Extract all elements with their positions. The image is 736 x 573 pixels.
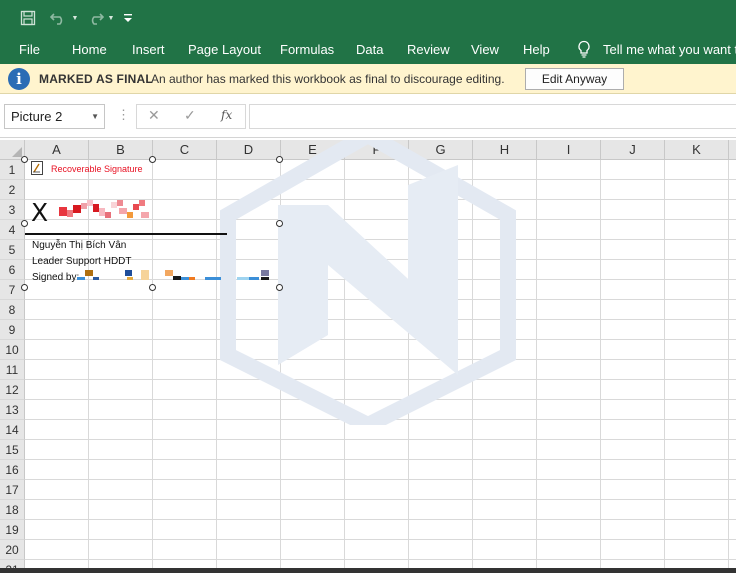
signer-title: Leader Support HDDT <box>32 256 132 267</box>
tab-page-layout[interactable]: Page Layout <box>188 42 261 57</box>
tab-insert[interactable]: Insert <box>132 42 165 57</box>
signed-by-certificate-image <box>77 270 269 280</box>
name-box[interactable]: Picture 2 ▼ <box>4 104 105 129</box>
row-header-15[interactable]: 15 <box>0 440 25 460</box>
tab-home[interactable]: Home <box>72 42 107 57</box>
tab-view[interactable]: View <box>471 42 499 57</box>
row-header-16[interactable]: 16 <box>0 460 25 480</box>
tell-me-search[interactable]: Tell me what you want to <box>603 42 736 57</box>
redo-dropdown-icon[interactable]: ▼ <box>106 8 116 28</box>
column-header-b[interactable]: B <box>89 140 153 160</box>
resize-handle-bottom-left[interactable] <box>21 284 28 291</box>
resize-handle-left[interactable] <box>21 220 28 227</box>
marked-as-final-bar: i MARKED AS FINAL An author has marked t… <box>0 64 736 94</box>
resize-handle-bottom[interactable] <box>149 284 156 291</box>
tab-help[interactable]: Help <box>523 42 550 57</box>
tab-formulas[interactable]: Formulas <box>280 42 334 57</box>
formula-input[interactable] <box>249 104 736 129</box>
info-icon: i <box>8 68 30 90</box>
tab-data[interactable]: Data <box>356 42 383 57</box>
signer-name: Nguyễn Thị Bích Vân <box>32 240 127 251</box>
tab-file[interactable]: File <box>19 42 40 57</box>
resize-handle-top-right[interactable] <box>276 156 283 163</box>
row-header-10[interactable]: 10 <box>0 340 25 360</box>
info-message: An author has marked this workbook as fi… <box>151 72 505 86</box>
bottom-edge <box>0 568 736 573</box>
signature-line <box>25 233 227 235</box>
undo-dropdown-icon[interactable]: ▼ <box>70 8 80 28</box>
save-icon[interactable] <box>18 8 38 28</box>
name-box-dropdown-icon[interactable]: ▼ <box>91 112 99 121</box>
column-header-j[interactable]: J <box>601 140 665 160</box>
row-header-5[interactable]: 5 <box>0 240 25 260</box>
signature-x-mark: X <box>31 198 49 227</box>
row-header-20[interactable]: 20 <box>0 540 25 560</box>
tab-review[interactable]: Review <box>407 42 450 57</box>
row-header-3[interactable]: 3 <box>0 200 25 220</box>
edit-anyway-button[interactable]: Edit Anyway <box>525 68 624 90</box>
customize-qat-icon[interactable] <box>122 8 134 28</box>
cancel-icon[interactable]: ✕ <box>148 107 160 124</box>
column-header-k[interactable]: K <box>665 140 729 160</box>
ribbon-tabs: File Home Insert Page Layout Formulas Da… <box>0 36 736 64</box>
handwritten-signature-image <box>59 200 149 218</box>
column-header-l[interactable] <box>729 140 736 160</box>
insert-function-icon[interactable]: fx <box>221 108 232 122</box>
formula-bar: Picture 2 ▼ ⋮ ✕ ✓ fx <box>0 94 736 138</box>
row-header-19[interactable]: 19 <box>0 520 25 540</box>
resize-handle-top[interactable] <box>149 156 156 163</box>
row-header-9[interactable]: 9 <box>0 320 25 340</box>
row-header-18[interactable]: 18 <box>0 500 25 520</box>
resize-handle-top-left[interactable] <box>21 156 28 163</box>
row-header-12[interactable]: 12 <box>0 380 25 400</box>
row-header-2[interactable]: 2 <box>0 180 25 200</box>
resize-handle-right[interactable] <box>276 220 283 227</box>
lightbulb-icon[interactable] <box>577 40 591 61</box>
undo-icon[interactable] <box>48 8 70 28</box>
row-header-17[interactable]: 17 <box>0 480 25 500</box>
name-box-value: Picture 2 <box>11 109 63 124</box>
row-header-6[interactable]: 6 <box>0 260 25 280</box>
signature-warning-icon <box>31 161 43 175</box>
row-header-1[interactable]: 1 <box>0 160 25 180</box>
title-bar: ▼ ▼ <box>0 0 736 36</box>
signature-line-picture[interactable]: Recoverable Signature X Nguyễn Thị Bích … <box>25 160 280 288</box>
row-header-11[interactable]: 11 <box>0 360 25 380</box>
row-header-14[interactable]: 14 <box>0 420 25 440</box>
row-header-13[interactable]: 13 <box>0 400 25 420</box>
signature-status: Recoverable Signature <box>51 164 143 174</box>
column-header-c[interactable]: C <box>153 140 217 160</box>
row-header-8[interactable]: 8 <box>0 300 25 320</box>
column-header-a[interactable]: A <box>25 140 89 160</box>
column-header-i[interactable]: I <box>537 140 601 160</box>
signed-by-label: Signed by: <box>32 272 80 283</box>
splitter-icon[interactable]: ⋮ <box>117 107 130 123</box>
resize-handle-bottom-right[interactable] <box>276 284 283 291</box>
info-title: MARKED AS FINAL <box>39 72 153 86</box>
redo-icon[interactable] <box>84 8 106 28</box>
enter-icon[interactable]: ✓ <box>184 107 196 124</box>
worksheet-grid[interactable]: A B C D E F G H I J K 1 2 3 4 5 6 7 8 9 … <box>0 140 736 573</box>
